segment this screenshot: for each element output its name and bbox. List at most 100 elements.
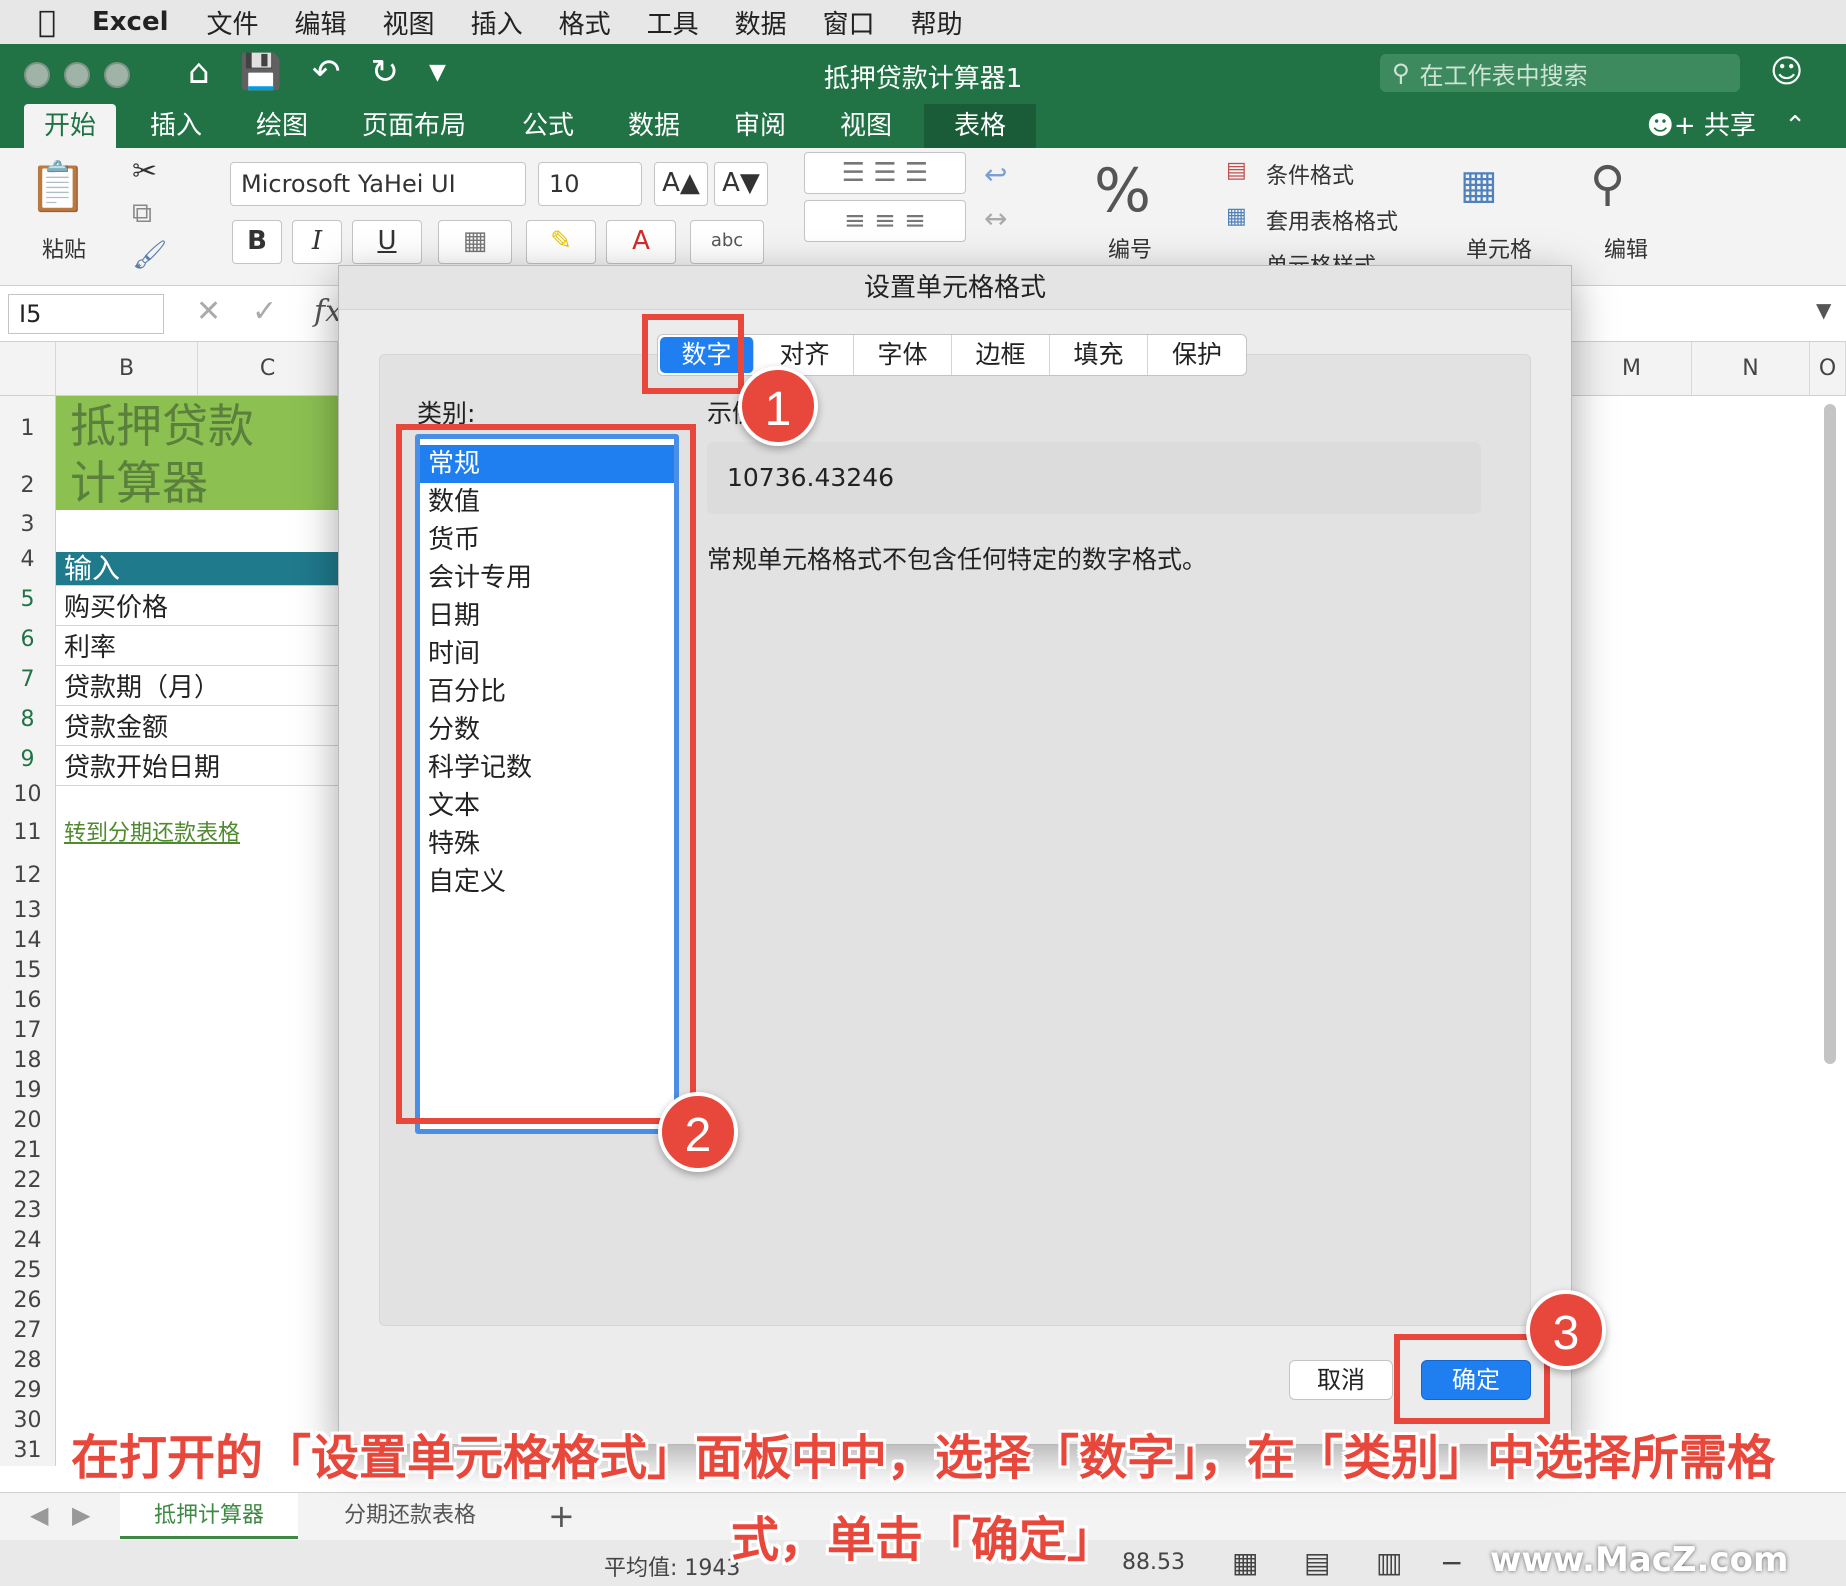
underline-button[interactable]: U bbox=[352, 220, 422, 264]
italic-button[interactable]: I bbox=[292, 220, 342, 264]
row-header[interactable]: 28 bbox=[0, 1346, 56, 1376]
paste-icon[interactable]: 📋 bbox=[28, 158, 88, 215]
cancel-formula-icon[interactable]: ✕ bbox=[196, 294, 221, 329]
menu-view[interactable]: 视图 bbox=[383, 4, 435, 41]
cancel-button[interactable]: 取消 bbox=[1289, 1360, 1393, 1400]
row-header[interactable]: 15 bbox=[0, 956, 56, 986]
loan-amount-cell[interactable]: 贷款金额 bbox=[56, 710, 338, 746]
increase-font-size-button[interactable]: A▲ bbox=[654, 162, 708, 206]
tab-formulas[interactable]: 公式 bbox=[502, 104, 594, 148]
tab-home[interactable]: 开始 bbox=[24, 104, 117, 148]
input-section-header[interactable]: 输入 bbox=[56, 552, 338, 586]
row-header[interactable]: 5 bbox=[0, 580, 56, 620]
expand-formula-icon[interactable]: ▼ bbox=[1816, 298, 1831, 322]
row-header[interactable]: 27 bbox=[0, 1316, 56, 1346]
tab-border[interactable]: 边框 bbox=[952, 335, 1050, 375]
sheet-search-box[interactable]: ⚲ 在工作表中搜索 bbox=[1380, 54, 1740, 92]
phonetic-icon[interactable]: abc bbox=[690, 220, 764, 264]
menu-format[interactable]: 格式 bbox=[559, 4, 611, 41]
row-header[interactable]: 21 bbox=[0, 1136, 56, 1166]
row-header[interactable]: 17 bbox=[0, 1016, 56, 1046]
name-box[interactable]: I5 bbox=[8, 294, 164, 334]
bold-button[interactable]: B bbox=[232, 220, 282, 264]
row-header[interactable]: 23 bbox=[0, 1196, 56, 1226]
row-header[interactable]: 20 bbox=[0, 1106, 56, 1136]
row-header[interactable]: 1 bbox=[0, 396, 56, 462]
sheet-title-line2[interactable]: 计算器 bbox=[56, 456, 338, 510]
column-header-b[interactable]: B bbox=[56, 342, 198, 396]
font-name-select[interactable]: Microsoft YaHei UI bbox=[230, 162, 526, 206]
vertical-align-buttons[interactable]: ☰ ☰ ☰ bbox=[804, 152, 966, 194]
row-header[interactable]: 2 bbox=[0, 462, 56, 510]
tab-font[interactable]: 字体 bbox=[854, 335, 952, 375]
cut-icon[interactable]: ✂ bbox=[132, 154, 157, 189]
row-header[interactable]: 7 bbox=[0, 660, 56, 700]
tab-protection[interactable]: 保护 bbox=[1148, 335, 1246, 375]
menu-help[interactable]: 帮助 bbox=[911, 4, 963, 41]
row-header[interactable]: 25 bbox=[0, 1256, 56, 1286]
row-header[interactable]: 14 bbox=[0, 926, 56, 956]
row-header[interactable]: 6 bbox=[0, 620, 56, 660]
purchase-price-cell[interactable]: 购买价格 bbox=[56, 590, 338, 626]
row-header[interactable]: 24 bbox=[0, 1226, 56, 1256]
column-header-c[interactable]: C bbox=[198, 342, 338, 396]
collapse-ribbon-icon[interactable]: ⌃ bbox=[1784, 111, 1806, 141]
tab-page-layout[interactable]: 页面布局 bbox=[342, 104, 486, 148]
column-header-n[interactable]: N bbox=[1692, 342, 1810, 396]
vertical-scrollbar[interactable] bbox=[1824, 404, 1836, 1064]
row-header[interactable]: 26 bbox=[0, 1286, 56, 1316]
row-header[interactable]: 18 bbox=[0, 1046, 56, 1076]
row-header[interactable]: 10 bbox=[0, 780, 56, 810]
tab-draw[interactable]: 绘图 bbox=[236, 104, 328, 148]
decrease-font-size-button[interactable]: A▼ bbox=[714, 162, 768, 206]
column-header-o[interactable]: O bbox=[1810, 342, 1846, 396]
row-header[interactable]: 12 bbox=[0, 856, 56, 896]
row-header[interactable]: 3 bbox=[0, 510, 56, 540]
column-header-m[interactable]: M bbox=[1572, 342, 1692, 396]
menu-insert[interactable]: 插入 bbox=[471, 4, 523, 41]
tab-table[interactable]: 表格 bbox=[924, 104, 1037, 148]
merge-cells-icon[interactable]: ↔ bbox=[984, 202, 1007, 235]
menu-edit[interactable]: 编辑 bbox=[295, 4, 347, 41]
feedback-smiley-icon[interactable]: ☺ bbox=[1770, 52, 1803, 90]
conditional-format-button[interactable]: 条件格式 bbox=[1266, 158, 1354, 190]
loan-start-date-cell[interactable]: 贷款开始日期 bbox=[56, 750, 338, 786]
rate-cell[interactable]: 利率 bbox=[56, 630, 338, 666]
table-format-button[interactable]: 套用表格格式 bbox=[1266, 204, 1398, 236]
amortization-link[interactable]: 转到分期还款表格 bbox=[56, 816, 338, 852]
font-color-icon[interactable]: A bbox=[606, 220, 676, 264]
term-cell[interactable]: 贷款期（月） bbox=[56, 670, 338, 706]
row-header[interactable]: 8 bbox=[0, 700, 56, 740]
tab-view[interactable]: 视图 bbox=[820, 104, 912, 148]
tab-fill[interactable]: 填充 bbox=[1050, 335, 1148, 375]
wrap-text-icon[interactable]: ↩ bbox=[984, 158, 1007, 191]
row-header[interactable]: 29 bbox=[0, 1376, 56, 1406]
font-size-select[interactable]: 10 bbox=[538, 162, 642, 206]
select-all-corner[interactable] bbox=[0, 342, 56, 396]
apple-icon[interactable]:  bbox=[38, 5, 56, 40]
row-header[interactable]: 9 bbox=[0, 740, 56, 780]
menu-data[interactable]: 数据 bbox=[735, 4, 787, 41]
table-format-icon[interactable]: ▦ bbox=[1226, 204, 1247, 229]
tab-insert[interactable]: 插入 bbox=[130, 104, 222, 148]
borders-button[interactable]: ▦ bbox=[438, 220, 512, 264]
share-button[interactable]: ☻+ 共享 ⌃ bbox=[1647, 104, 1806, 148]
tab-review[interactable]: 审阅 bbox=[714, 104, 806, 148]
fill-color-icon[interactable]: ✎ bbox=[526, 220, 596, 264]
row-header[interactable]: 11 bbox=[0, 810, 56, 856]
menu-window[interactable]: 窗口 bbox=[823, 4, 875, 41]
menu-tools[interactable]: 工具 bbox=[647, 4, 699, 41]
find-icon[interactable]: ⚲ bbox=[1590, 156, 1625, 212]
copy-icon[interactable]: ⧉ bbox=[132, 196, 152, 230]
row-header[interactable]: 22 bbox=[0, 1166, 56, 1196]
horizontal-align-buttons[interactable]: ≡ ≡ ≡ bbox=[804, 200, 966, 242]
menu-file[interactable]: 文件 bbox=[207, 4, 259, 41]
row-header[interactable]: 16 bbox=[0, 986, 56, 1016]
row-header[interactable]: 4 bbox=[0, 540, 56, 580]
row-header[interactable]: 19 bbox=[0, 1076, 56, 1106]
tab-data[interactable]: 数据 bbox=[608, 104, 700, 148]
percent-icon[interactable]: % bbox=[1094, 156, 1151, 226]
format-painter-icon[interactable]: 🖌 bbox=[132, 238, 168, 271]
confirm-formula-icon[interactable]: ✓ bbox=[252, 294, 277, 329]
conditional-format-icon[interactable]: ▤ bbox=[1226, 158, 1247, 183]
